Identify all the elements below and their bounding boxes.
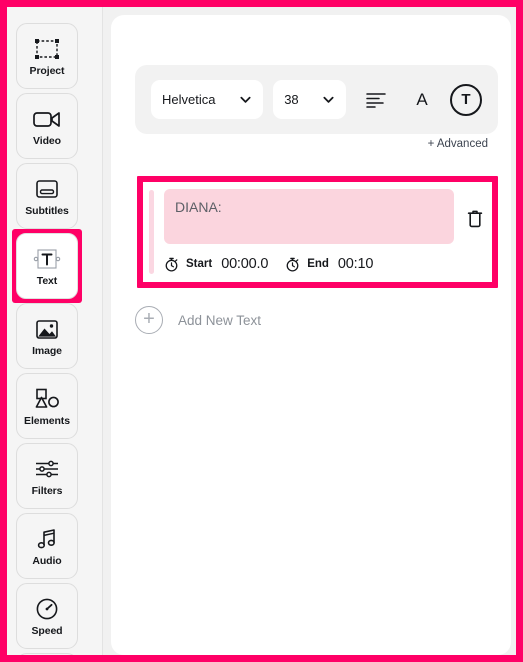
- subtitles-icon: [35, 174, 59, 204]
- video-camera-icon: [33, 104, 61, 134]
- speedometer-icon: [35, 594, 59, 624]
- text-card-selection-outline: DIANA: Start 00:00.0 End 00:10: [137, 176, 498, 288]
- chevron-down-icon: [322, 93, 335, 106]
- stopwatch-icon: [164, 257, 179, 272]
- font-size-value: 38: [284, 92, 299, 107]
- stopwatch-icon: [285, 257, 300, 272]
- add-new-text-label: Add New Text: [178, 312, 262, 328]
- text-style-glyph: T: [450, 83, 483, 116]
- text-style-icon[interactable]: T: [450, 83, 483, 117]
- text-format-toolbar: Helvetica 38 A T: [135, 65, 498, 134]
- project-frame-icon: [34, 34, 60, 64]
- sidebar-item-label: Image: [32, 345, 62, 357]
- sidebar-item-more[interactable]: [16, 653, 78, 655]
- font-family-select[interactable]: Helvetica: [151, 80, 264, 119]
- sidebar-item-label: Filters: [31, 485, 63, 497]
- text-color-glyph: A: [416, 89, 428, 109]
- sidebar-item-label: Text: [36, 275, 58, 287]
- sidebar-item-label: Subtitles: [25, 205, 69, 217]
- sidebar-item-label: Audio: [32, 555, 62, 567]
- advanced-toggle[interactable]: + Advanced: [428, 138, 488, 150]
- sidebar-item-audio[interactable]: Audio: [16, 513, 78, 579]
- trash-icon[interactable]: [465, 207, 485, 229]
- text-input[interactable]: DIANA:: [164, 189, 454, 244]
- shapes-icon: [34, 384, 60, 414]
- app-window: Project Video Subtitles Text Image Eleme…: [7, 7, 516, 655]
- add-new-text-button[interactable]: + Add New Text: [135, 304, 261, 336]
- sidebar-item-label: Speed: [31, 625, 63, 637]
- music-note-icon: [36, 524, 58, 554]
- font-family-value: Helvetica: [162, 92, 216, 107]
- sidebar-item-subtitles[interactable]: Subtitles: [16, 163, 78, 229]
- end-label: End: [307, 258, 329, 270]
- main-panel: Helvetica 38 A T + Advanced DIANA: Start…: [103, 7, 516, 655]
- end-value[interactable]: 00:10: [338, 256, 373, 272]
- text-card: DIANA: Start 00:00.0 End 00:10: [143, 182, 492, 282]
- sidebar-item-filters[interactable]: Filters: [16, 443, 78, 509]
- sidebar-item-image[interactable]: Image: [16, 303, 78, 369]
- chevron-down-icon: [239, 93, 252, 106]
- text-color-icon[interactable]: A: [412, 87, 432, 113]
- text-input-value: DIANA:: [175, 199, 222, 215]
- start-label: Start: [186, 258, 213, 270]
- app-pink-frame: Project Video Subtitles Text Image Eleme…: [0, 0, 523, 662]
- sidebar-item-video[interactable]: Video: [16, 93, 78, 159]
- image-icon: [35, 314, 59, 344]
- text-editor-card: Helvetica 38 A T + Advanced DIANA: Start…: [111, 15, 511, 655]
- start-value[interactable]: 00:00.0: [221, 256, 268, 272]
- left-sidebar: Project Video Subtitles Text Image Eleme…: [7, 7, 103, 655]
- end-group: End 00:10: [285, 256, 373, 272]
- timing-row: Start 00:00.0 End 00:10: [164, 253, 373, 275]
- sidebar-item-label: Elements: [24, 415, 70, 427]
- sidebar-item-speed[interactable]: Speed: [16, 583, 78, 649]
- plus-circle-icon: +: [135, 306, 163, 334]
- sidebar-item-project[interactable]: Project: [16, 23, 78, 89]
- sidebar-item-text-selected-outline: Text: [12, 229, 82, 303]
- align-left-icon[interactable]: [365, 87, 388, 113]
- sidebar-item-label: Video: [33, 135, 61, 147]
- font-size-select[interactable]: 38: [273, 80, 346, 119]
- sidebar-item-label: Project: [29, 65, 65, 77]
- sidebar-item-text[interactable]: Text: [16, 233, 78, 299]
- card-accent-bar: [149, 190, 154, 274]
- text-box-icon: [33, 244, 61, 274]
- sidebar-item-elements[interactable]: Elements: [16, 373, 78, 439]
- sliders-icon: [34, 454, 60, 484]
